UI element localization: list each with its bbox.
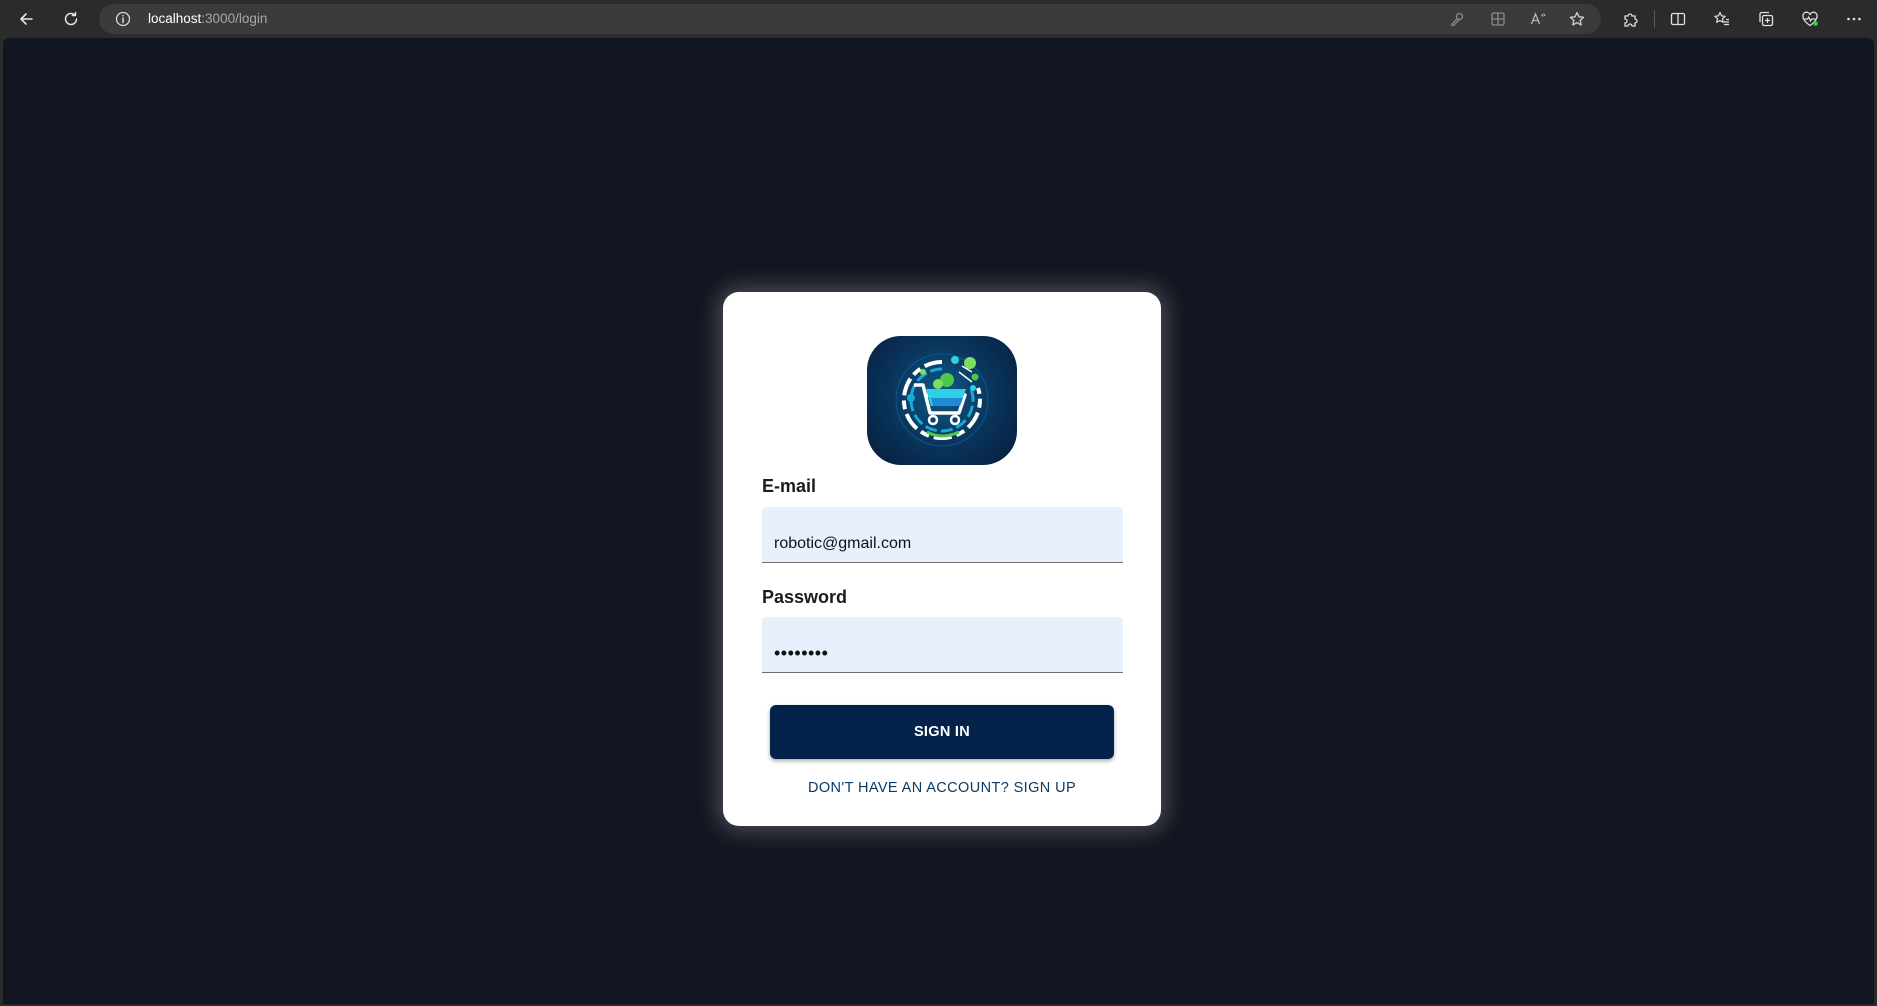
refresh-button[interactable] (55, 5, 87, 33)
sign-in-button[interactable]: SIGN IN (770, 705, 1114, 759)
email-label: E-mail (762, 476, 817, 496)
back-button[interactable] (10, 5, 42, 33)
extensions-button[interactable] (1614, 5, 1646, 33)
split-screen-button[interactable] (1662, 5, 1694, 33)
login-card: E-mail Password SIGN IN DON'T HAVE AN AC… (723, 292, 1161, 826)
address-bar[interactable]: localhost:3000/login (99, 4, 1601, 34)
email-input[interactable] (762, 507, 1123, 562)
password-field-container[interactable] (762, 617, 1123, 673)
collections-icon (1759, 11, 1774, 27)
read-aloud-icon[interactable] (1529, 10, 1547, 28)
health-button[interactable] (1794, 5, 1826, 33)
shopping-cart-logo (867, 336, 1017, 465)
key-icon[interactable] (1448, 10, 1466, 28)
more-button[interactable] (1838, 5, 1870, 33)
more-icon (1847, 17, 1861, 21)
star-icon[interactable] (1568, 10, 1586, 28)
refresh-icon (64, 11, 78, 26)
password-input[interactable] (762, 617, 1123, 672)
favorites-icon (1714, 11, 1729, 26)
sign-up-link[interactable]: DON'T HAVE AN ACCOUNT? SIGN UP (723, 780, 1161, 796)
cart-logo-graphic (895, 353, 989, 447)
favorites-button[interactable] (1706, 5, 1738, 33)
url-host: localhost (148, 11, 202, 26)
password-label: Password (762, 587, 848, 607)
url-text[interactable]: localhost:3000/login (148, 11, 267, 27)
split-screen-icon (1670, 12, 1686, 26)
page-viewport: E-mail Password SIGN IN DON'T HAVE AN AC… (3, 38, 1874, 1004)
toolbar-divider (1654, 10, 1655, 28)
health-icon (1802, 11, 1818, 27)
email-field-container[interactable] (762, 507, 1123, 563)
browser-toolbar: localhost:3000/login (0, 0, 1877, 38)
url-path: :3000/login (201, 11, 268, 26)
info-icon[interactable] (115, 11, 131, 27)
collections-button[interactable] (1750, 5, 1782, 33)
app-available-icon[interactable] (1489, 10, 1507, 28)
puzzle-icon (1624, 13, 1638, 27)
back-arrow-icon (20, 13, 33, 25)
